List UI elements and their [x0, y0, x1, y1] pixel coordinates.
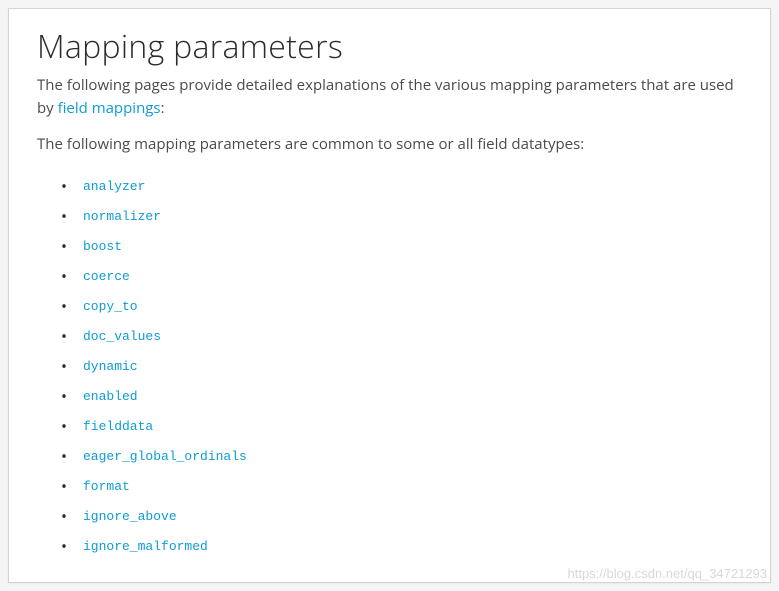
param-link-eager-global-ordinals[interactable]: eager_global_ordinals: [83, 449, 247, 464]
intro-text-after: :: [161, 98, 165, 118]
subtext-paragraph: The following mapping parameters are com…: [37, 133, 742, 156]
list-item: format: [65, 470, 742, 500]
param-link-fielddata[interactable]: fielddata: [83, 419, 153, 434]
list-item: enabled: [65, 380, 742, 410]
parameters-list: analyzer normalizer boost coerce copy_to…: [37, 170, 742, 560]
list-item: normalizer: [65, 200, 742, 230]
param-link-enabled[interactable]: enabled: [83, 389, 138, 404]
param-link-dynamic[interactable]: dynamic: [83, 359, 138, 374]
param-link-analyzer[interactable]: analyzer: [83, 179, 145, 194]
list-item: fielddata: [65, 410, 742, 440]
list-item: coerce: [65, 260, 742, 290]
list-item: doc_values: [65, 320, 742, 350]
param-link-format[interactable]: format: [83, 479, 130, 494]
param-link-ignore-malformed[interactable]: ignore_malformed: [83, 539, 208, 554]
list-item: eager_global_ordinals: [65, 440, 742, 470]
param-link-doc-values[interactable]: doc_values: [83, 329, 161, 344]
page-title: Mapping parameters: [37, 25, 742, 68]
param-link-coerce[interactable]: coerce: [83, 269, 130, 284]
list-item: analyzer: [65, 170, 742, 200]
document-container: Mapping parameters The following pages p…: [8, 8, 771, 583]
list-item: copy_to: [65, 290, 742, 320]
intro-paragraph: The following pages provide detailed exp…: [37, 74, 742, 119]
param-link-boost[interactable]: boost: [83, 239, 122, 254]
param-link-copy-to[interactable]: copy_to: [83, 299, 138, 314]
field-mappings-link[interactable]: field mappings: [58, 98, 161, 118]
param-link-normalizer[interactable]: normalizer: [83, 209, 161, 224]
list-item: dynamic: [65, 350, 742, 380]
list-item: boost: [65, 230, 742, 260]
param-link-ignore-above[interactable]: ignore_above: [83, 509, 177, 524]
list-item: ignore_malformed: [65, 530, 742, 560]
list-item: ignore_above: [65, 500, 742, 530]
